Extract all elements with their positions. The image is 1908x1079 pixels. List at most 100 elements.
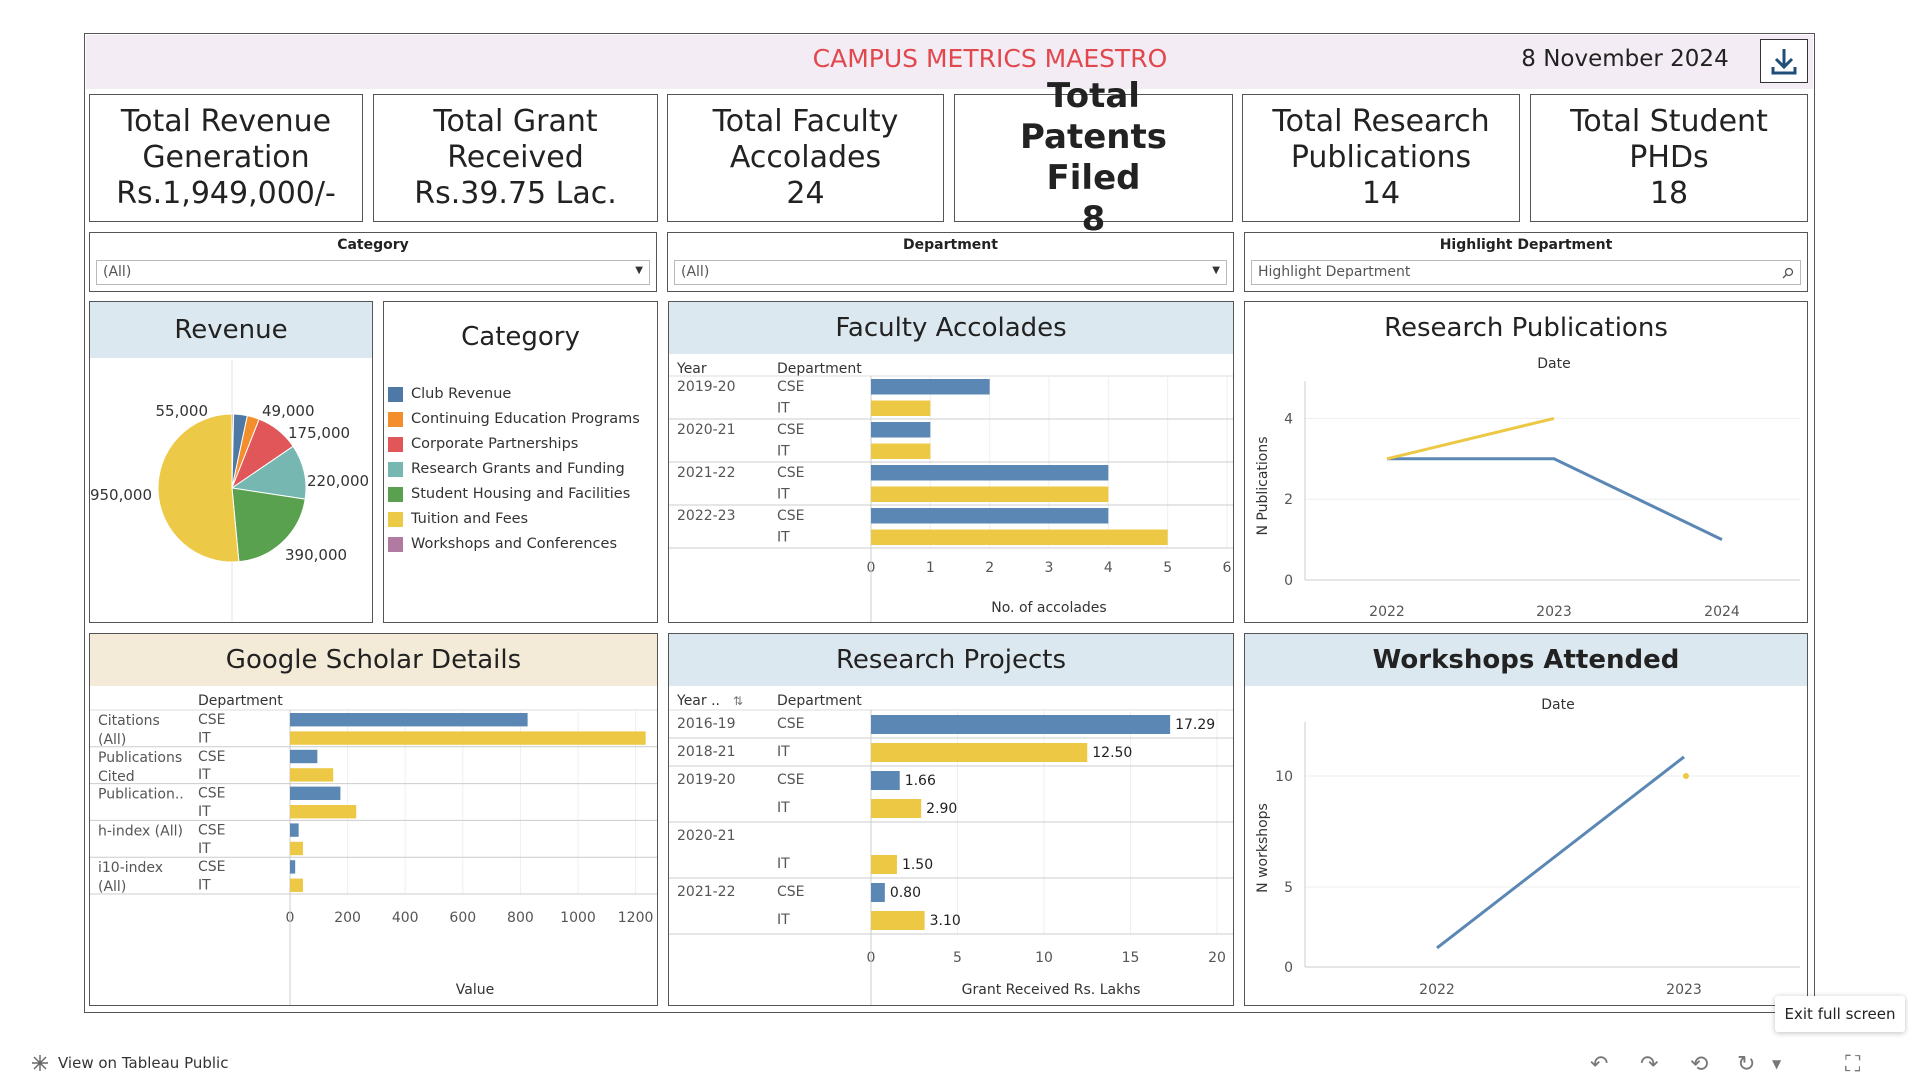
kpi-value: 14 xyxy=(1361,176,1401,211)
legend-swatch xyxy=(388,511,403,527)
bar xyxy=(871,799,922,818)
bar-value-label: 0.80 xyxy=(890,885,921,901)
faculty-accolades-chart: Year Department0 1 2 3 4 5 62019-20 CSEIT2020-21… xyxy=(669,361,1233,622)
row-dept-label: IT xyxy=(777,530,790,546)
search-icon xyxy=(1782,267,1794,279)
revert-icon[interactable]: ⟲ xyxy=(1690,1052,1708,1077)
y-tick-label: 0 xyxy=(1284,960,1293,976)
fullscreen-icon[interactable]: ⛶ xyxy=(1845,1052,1860,1077)
bar xyxy=(871,400,931,416)
x-tick-label: 400 xyxy=(392,910,419,926)
col-header-department: Department xyxy=(198,693,283,709)
bar xyxy=(290,823,299,837)
kpi-label: Total Faculty Accolades xyxy=(712,104,899,175)
y-tick-label: 2 xyxy=(1284,492,1293,508)
legend-item[interactable]: Student Housing and Facilities xyxy=(388,484,630,504)
x-tick-label: 6 xyxy=(1223,560,1232,576)
group-label: Cited xyxy=(98,769,135,785)
bar xyxy=(871,883,885,902)
col-header-year: Year .. xyxy=(676,693,720,709)
x-axis-title: No. of accolades xyxy=(991,600,1106,616)
x-tick-label: 15 xyxy=(1122,950,1140,966)
research-projects-title: Research Projects xyxy=(669,634,1233,686)
highlight-filter: Highlight Department Highlight Departmen… xyxy=(1244,232,1808,292)
bar-value-label: 17.29 xyxy=(1175,717,1215,733)
x-tick-label: 3 xyxy=(1045,560,1054,576)
department-filter: Department (All) ▼ xyxy=(667,232,1234,292)
bar xyxy=(290,860,296,874)
kpi-value: Rs.39.75 Lac. xyxy=(414,176,617,211)
bar-value-label: 2.90 xyxy=(926,801,957,817)
bar xyxy=(871,465,1109,481)
category-dropdown-value: (All) xyxy=(103,264,132,280)
pie-slice-label: 55,000 xyxy=(156,402,209,420)
exit-fullscreen-tooltip[interactable]: Exit full screen xyxy=(1775,996,1905,1032)
undo-icon[interactable]: ↶ xyxy=(1590,1052,1608,1077)
department-dropdown[interactable]: (All) ▼ xyxy=(674,260,1227,285)
row-dept-label: IT xyxy=(777,912,790,928)
pie-slice-label: 49,000 xyxy=(262,402,315,420)
report-date: 8 November 2024 xyxy=(1521,46,1729,72)
department-dropdown-value: (All) xyxy=(681,264,710,280)
row-dept-label: CSE xyxy=(198,822,226,838)
y-tick-label: 0 xyxy=(1284,573,1293,589)
chevron-down-icon: ▼ xyxy=(1212,265,1220,276)
row-year-label: 2018-21 xyxy=(677,744,736,760)
x-tick-label: 200 xyxy=(334,910,361,926)
col-header-department: Department xyxy=(777,693,862,709)
legend-item[interactable]: Club Revenue xyxy=(388,384,511,404)
bar xyxy=(871,771,900,790)
group-label: (All) xyxy=(98,879,126,895)
refresh-icon[interactable]: ↻ xyxy=(1737,1052,1755,1077)
highlight-filter-label: Highlight Department xyxy=(1439,237,1613,253)
y-tick-label: 5 xyxy=(1284,880,1293,896)
row-dept-label: CSE xyxy=(777,772,805,788)
view-on-tableau-link[interactable]: View on Tableau Public xyxy=(30,1053,228,1073)
kpi-label: Total Grant Received xyxy=(433,104,598,175)
date-header: Date xyxy=(1537,356,1570,372)
bar-value-label: 3.10 xyxy=(930,913,961,929)
row-dept-label: IT xyxy=(777,856,790,872)
legend-label: Corporate Partnerships xyxy=(411,436,579,452)
row-year-label: 2020-21 xyxy=(677,828,736,844)
group-label: Publication.. xyxy=(98,787,184,803)
page-title: CAMPUS METRICS MAESTRO xyxy=(812,44,1168,73)
row-dept-label: CSE xyxy=(777,465,805,481)
y-tick-label: 4 xyxy=(1284,411,1293,427)
legend-item[interactable]: Workshops and Conferences xyxy=(388,534,617,554)
pie-slice-label: 390,000 xyxy=(285,546,347,564)
bar xyxy=(871,529,1168,545)
pie-slice-label: 175,000 xyxy=(288,424,350,442)
refresh-dropdown-icon[interactable]: ▼ xyxy=(1772,1057,1781,1071)
group-label: Publications xyxy=(98,750,182,766)
legend-swatch xyxy=(388,436,403,452)
bar xyxy=(871,422,931,438)
department-filter-label: Department xyxy=(903,237,998,253)
bar-value-label: 1.50 xyxy=(902,857,933,873)
legend-item[interactable]: Corporate Partnerships xyxy=(388,434,578,454)
highlight-search-input[interactable]: Highlight Department xyxy=(1251,260,1801,285)
legend-item[interactable]: Research Grants and Funding xyxy=(388,459,625,479)
legend-item[interactable]: Tuition and Fees xyxy=(388,509,528,529)
y-axis-title: N Publications xyxy=(1255,436,1271,535)
revenue-title: Revenue xyxy=(90,302,372,358)
redo-icon[interactable]: ↷ xyxy=(1640,1052,1658,1077)
legend-swatch xyxy=(388,386,403,402)
google-scholar-chart: Department0 200 400 600 800 1000 1200Citations… xyxy=(90,693,657,1005)
kpi-patents-filed: Total Patents Filed 8 xyxy=(954,76,1233,239)
category-dropdown[interactable]: (All) ▼ xyxy=(96,260,650,285)
faculty-accolades-title: Faculty Accolades xyxy=(669,302,1233,354)
download-button[interactable] xyxy=(1760,39,1808,83)
bar xyxy=(871,379,990,395)
legend-item[interactable]: Continuing Education Programs xyxy=(388,409,640,429)
kpi-value: 18 xyxy=(1649,176,1689,211)
row-dept-label: IT xyxy=(777,444,790,460)
group-label: (All) xyxy=(98,732,126,748)
kpi-label: Total Patents Filed xyxy=(1020,76,1167,198)
workshops-chart: Date 0 5 10 2022 2023 N workshops xyxy=(1255,697,1800,998)
x-tick-label: 600 xyxy=(449,910,476,926)
research-publications-panel: Research Publications Date 0 2 4 2022 2023 202… xyxy=(1244,301,1808,623)
legend-label: Workshops and Conferences xyxy=(411,536,618,552)
row-dept-label: CSE xyxy=(198,712,226,728)
x-tick-label: 2 xyxy=(985,560,994,576)
